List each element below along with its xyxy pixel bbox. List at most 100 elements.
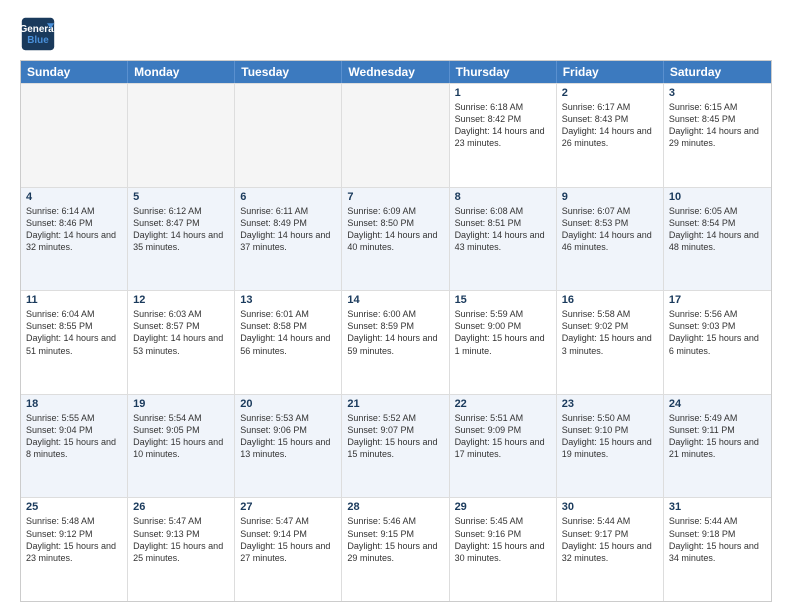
calendar-row: 18 Sunrise: 5:55 AM Sunset: 9:04 PM Dayli… bbox=[21, 394, 771, 498]
calendar-cell: 30Sunrise: 5:44 AM Sunset: 9:17 PM Dayli… bbox=[557, 498, 664, 601]
cell-info: Sunrise: 6:15 AM Sunset: 8:45 PM Dayligh… bbox=[669, 101, 766, 150]
page: General Blue SundayMondayTuesdayWednesda… bbox=[0, 0, 792, 612]
cell-info: Sunrise: 6:12 AM Sunset: 8:47 PM Dayligh… bbox=[133, 205, 229, 254]
cell-info: Sunrise: 5:44 AM Sunset: 9:18 PM Dayligh… bbox=[669, 515, 766, 564]
cell-info: Sunrise: 6:08 AM Sunset: 8:51 PM Dayligh… bbox=[455, 205, 551, 254]
day-number: 5 bbox=[133, 191, 229, 203]
day-number: 17 bbox=[669, 294, 766, 306]
day-number: 8 bbox=[455, 191, 551, 203]
day-number: 18 bbox=[26, 398, 122, 410]
calendar-cell: 20 Sunrise: 5:53 AM Sunset: 9:06 PM Dayli… bbox=[235, 395, 342, 498]
calendar-cell: 2Sunrise: 6:17 AM Sunset: 8:43 PM Daylig… bbox=[557, 84, 664, 187]
calendar-cell: 6 Sunrise: 6:11 AM Sunset: 8:49 PM Daylig… bbox=[235, 188, 342, 291]
calendar-row: 25Sunrise: 5:48 AM Sunset: 9:12 PM Dayli… bbox=[21, 497, 771, 601]
cell-info: Sunrise: 5:45 AM Sunset: 9:16 PM Dayligh… bbox=[455, 515, 551, 564]
calendar-cell: 1 Sunrise: 6:18 AM Sunset: 8:42 PM Daylig… bbox=[450, 84, 557, 187]
calendar-cell: 29 Sunrise: 5:45 AM Sunset: 9:16 PM Dayli… bbox=[450, 498, 557, 601]
weekday-header: Thursday bbox=[450, 61, 557, 83]
header: General Blue bbox=[20, 16, 772, 52]
day-number: 22 bbox=[455, 398, 551, 410]
calendar-cell bbox=[235, 84, 342, 187]
cell-info: Sunrise: 5:51 AM Sunset: 9:09 PM Dayligh… bbox=[455, 412, 551, 461]
calendar-cell: 21Sunrise: 5:52 AM Sunset: 9:07 PM Dayli… bbox=[342, 395, 449, 498]
day-number: 26 bbox=[133, 501, 229, 513]
cell-info: Sunrise: 5:47 AM Sunset: 9:14 PM Dayligh… bbox=[240, 515, 336, 564]
day-number: 20 bbox=[240, 398, 336, 410]
calendar-row: 4 Sunrise: 6:14 AM Sunset: 8:46 PM Daylig… bbox=[21, 187, 771, 291]
day-number: 11 bbox=[26, 294, 122, 306]
day-number: 29 bbox=[455, 501, 551, 513]
day-number: 14 bbox=[347, 294, 443, 306]
calendar-cell: 4 Sunrise: 6:14 AM Sunset: 8:46 PM Daylig… bbox=[21, 188, 128, 291]
day-number: 6 bbox=[240, 191, 336, 203]
cell-info: Sunrise: 5:46 AM Sunset: 9:15 PM Dayligh… bbox=[347, 515, 443, 564]
calendar-cell: 25Sunrise: 5:48 AM Sunset: 9:12 PM Dayli… bbox=[21, 498, 128, 601]
weekday-header: Wednesday bbox=[342, 61, 449, 83]
cell-info: Sunrise: 5:53 AM Sunset: 9:06 PM Dayligh… bbox=[240, 412, 336, 461]
day-number: 24 bbox=[669, 398, 766, 410]
calendar-row: 1 Sunrise: 6:18 AM Sunset: 8:42 PM Daylig… bbox=[21, 83, 771, 187]
cell-info: Sunrise: 6:04 AM Sunset: 8:55 PM Dayligh… bbox=[26, 308, 122, 357]
day-number: 9 bbox=[562, 191, 658, 203]
calendar-cell: 5 Sunrise: 6:12 AM Sunset: 8:47 PM Daylig… bbox=[128, 188, 235, 291]
day-number: 7 bbox=[347, 191, 443, 203]
cell-info: Sunrise: 6:07 AM Sunset: 8:53 PM Dayligh… bbox=[562, 205, 658, 254]
day-number: 3 bbox=[669, 87, 766, 99]
calendar-row: 11 Sunrise: 6:04 AM Sunset: 8:55 PM Dayli… bbox=[21, 290, 771, 394]
day-number: 28 bbox=[347, 501, 443, 513]
calendar-cell: 27 Sunrise: 5:47 AM Sunset: 9:14 PM Dayli… bbox=[235, 498, 342, 601]
weekday-header: Saturday bbox=[664, 61, 771, 83]
calendar-cell: 17 Sunrise: 5:56 AM Sunset: 9:03 PM Dayli… bbox=[664, 291, 771, 394]
cell-info: Sunrise: 6:11 AM Sunset: 8:49 PM Dayligh… bbox=[240, 205, 336, 254]
day-number: 16 bbox=[562, 294, 658, 306]
calendar-cell: 28 Sunrise: 5:46 AM Sunset: 9:15 PM Dayli… bbox=[342, 498, 449, 601]
cell-info: Sunrise: 5:44 AM Sunset: 9:17 PM Dayligh… bbox=[562, 515, 658, 564]
calendar-cell: 16 Sunrise: 5:58 AM Sunset: 9:02 PM Dayli… bbox=[557, 291, 664, 394]
cell-info: Sunrise: 5:55 AM Sunset: 9:04 PM Dayligh… bbox=[26, 412, 122, 461]
cell-info: Sunrise: 5:58 AM Sunset: 9:02 PM Dayligh… bbox=[562, 308, 658, 357]
logo: General Blue bbox=[20, 16, 56, 52]
calendar-cell bbox=[128, 84, 235, 187]
weekday-header: Friday bbox=[557, 61, 664, 83]
calendar-cell: 26 Sunrise: 5:47 AM Sunset: 9:13 PM Dayli… bbox=[128, 498, 235, 601]
calendar-cell: 3 Sunrise: 6:15 AM Sunset: 8:45 PM Daylig… bbox=[664, 84, 771, 187]
calendar-cell: 11 Sunrise: 6:04 AM Sunset: 8:55 PM Dayli… bbox=[21, 291, 128, 394]
cell-info: Sunrise: 6:09 AM Sunset: 8:50 PM Dayligh… bbox=[347, 205, 443, 254]
day-number: 19 bbox=[133, 398, 229, 410]
calendar-cell: 19 Sunrise: 5:54 AM Sunset: 9:05 PM Dayli… bbox=[128, 395, 235, 498]
calendar-cell: 13Sunrise: 6:01 AM Sunset: 8:58 PM Dayli… bbox=[235, 291, 342, 394]
day-number: 1 bbox=[455, 87, 551, 99]
day-number: 23 bbox=[562, 398, 658, 410]
calendar-cell bbox=[21, 84, 128, 187]
calendar-cell: 9 Sunrise: 6:07 AM Sunset: 8:53 PM Daylig… bbox=[557, 188, 664, 291]
cell-info: Sunrise: 6:01 AM Sunset: 8:58 PM Dayligh… bbox=[240, 308, 336, 357]
calendar-cell: 18 Sunrise: 5:55 AM Sunset: 9:04 PM Dayli… bbox=[21, 395, 128, 498]
calendar-cell: 14 Sunrise: 6:00 AM Sunset: 8:59 PM Dayli… bbox=[342, 291, 449, 394]
calendar-body: 1 Sunrise: 6:18 AM Sunset: 8:42 PM Daylig… bbox=[21, 83, 771, 601]
calendar-cell: 10Sunrise: 6:05 AM Sunset: 8:54 PM Dayli… bbox=[664, 188, 771, 291]
cell-info: Sunrise: 6:00 AM Sunset: 8:59 PM Dayligh… bbox=[347, 308, 443, 357]
calendar-cell bbox=[342, 84, 449, 187]
weekday-header: Monday bbox=[128, 61, 235, 83]
calendar-cell: 22 Sunrise: 5:51 AM Sunset: 9:09 PM Dayli… bbox=[450, 395, 557, 498]
cell-info: Sunrise: 5:49 AM Sunset: 9:11 PM Dayligh… bbox=[669, 412, 766, 461]
day-number: 2 bbox=[562, 87, 658, 99]
cell-info: Sunrise: 5:59 AM Sunset: 9:00 PM Dayligh… bbox=[455, 308, 551, 357]
day-number: 21 bbox=[347, 398, 443, 410]
day-number: 12 bbox=[133, 294, 229, 306]
day-number: 27 bbox=[240, 501, 336, 513]
calendar-cell: 31Sunrise: 5:44 AM Sunset: 9:18 PM Dayli… bbox=[664, 498, 771, 601]
calendar-cell: 7 Sunrise: 6:09 AM Sunset: 8:50 PM Daylig… bbox=[342, 188, 449, 291]
svg-text:Blue: Blue bbox=[27, 35, 49, 46]
day-number: 4 bbox=[26, 191, 122, 203]
cell-info: Sunrise: 5:47 AM Sunset: 9:13 PM Dayligh… bbox=[133, 515, 229, 564]
cell-info: Sunrise: 5:56 AM Sunset: 9:03 PM Dayligh… bbox=[669, 308, 766, 357]
calendar-cell: 23 Sunrise: 5:50 AM Sunset: 9:10 PM Dayli… bbox=[557, 395, 664, 498]
calendar-cell: 15 Sunrise: 5:59 AM Sunset: 9:00 PM Dayli… bbox=[450, 291, 557, 394]
cell-info: Sunrise: 6:05 AM Sunset: 8:54 PM Dayligh… bbox=[669, 205, 766, 254]
cell-info: Sunrise: 5:54 AM Sunset: 9:05 PM Dayligh… bbox=[133, 412, 229, 461]
cell-info: Sunrise: 6:18 AM Sunset: 8:42 PM Dayligh… bbox=[455, 101, 551, 150]
cell-info: Sunrise: 6:14 AM Sunset: 8:46 PM Dayligh… bbox=[26, 205, 122, 254]
day-number: 15 bbox=[455, 294, 551, 306]
cell-info: Sunrise: 5:50 AM Sunset: 9:10 PM Dayligh… bbox=[562, 412, 658, 461]
